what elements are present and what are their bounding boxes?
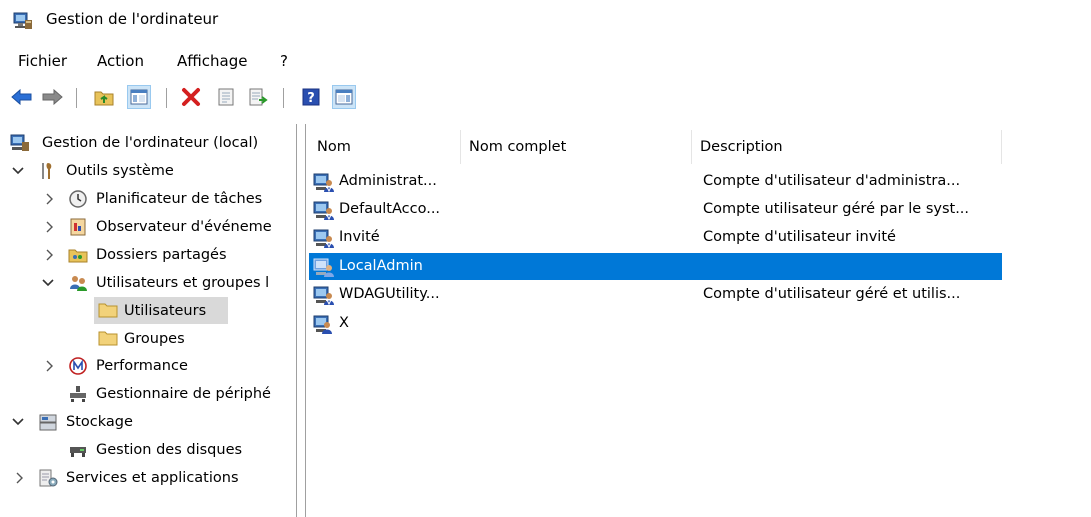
tree-label: Gestionnaire de périphé	[96, 386, 271, 402]
user-name: DefaultAcco...	[339, 201, 441, 217]
menu-affichage[interactable]: Affichage	[177, 48, 247, 74]
chevron-right-icon[interactable]	[14, 472, 26, 484]
user-icon	[313, 313, 335, 335]
list-item[interactable]: DefaultAcco... Compte utilisateur géré p…	[309, 196, 1002, 223]
folder-icon	[98, 329, 118, 349]
back-icon[interactable]	[10, 85, 34, 109]
tree-item-gestionnaire-peripheriques[interactable]: Gestionnaire de périphé	[0, 381, 296, 407]
chevron-down-icon[interactable]	[12, 416, 24, 428]
toolbar-separator	[166, 88, 167, 108]
user-icon	[313, 199, 335, 221]
window-title: Gestion de l'ordinateur	[46, 10, 219, 28]
title-bar: Gestion de l'ordinateur	[0, 0, 1091, 42]
performance-icon	[68, 356, 88, 376]
tree-item-observateur[interactable]: Observateur d'événeme	[0, 214, 296, 240]
folder-icon	[98, 301, 118, 321]
computer-management-icon	[10, 133, 30, 153]
export-list-icon[interactable]	[247, 85, 271, 109]
tree-label: Gestion des disques	[96, 442, 243, 458]
pane-splitter[interactable]	[296, 124, 306, 517]
tree-item-stockage[interactable]: Stockage	[0, 409, 296, 435]
toolbar-separator	[76, 88, 77, 108]
device-manager-icon	[68, 384, 88, 404]
list-item[interactable]: Invité Compte d'utilisateur invité	[309, 224, 1002, 251]
column-header-description[interactable]: Description	[692, 130, 1002, 164]
tree-root-label: Gestion de l'ordinateur (local)	[42, 135, 259, 151]
user-description: Compte utilisateur géré par le syst...	[703, 201, 970, 217]
tree-label: Performance	[96, 358, 188, 374]
user-name: Invité	[339, 229, 380, 245]
list-item[interactable]: Administrat... Compte d'utilisateur d'ad…	[309, 168, 1002, 195]
svg-text:?: ?	[307, 91, 315, 106]
toolbar: ?	[0, 82, 1091, 112]
chevron-down-icon[interactable]	[42, 277, 54, 289]
show-hide-tree-icon[interactable]	[127, 85, 151, 109]
menu-fichier[interactable]: Fichier	[18, 48, 67, 74]
column-header-nom-complet[interactable]: Nom complet	[461, 130, 692, 164]
shared-folder-icon	[68, 245, 88, 265]
chevron-down-icon[interactable]	[12, 165, 24, 177]
properties-icon[interactable]	[214, 85, 238, 109]
tree-label: Observateur d'événeme	[96, 219, 272, 235]
user-icon	[313, 171, 335, 193]
chevron-right-icon[interactable]	[44, 221, 56, 233]
computer-management-icon	[13, 11, 33, 31]
user-icon	[313, 227, 335, 249]
tree-label: Groupes	[124, 331, 185, 347]
storage-icon	[38, 412, 58, 432]
user-description: Compte d'utilisateur invité	[703, 229, 896, 245]
tree-label: Stockage	[66, 414, 133, 430]
navigation-tree: Gestion de l'ordinateur (local) Outils s…	[0, 124, 296, 517]
tree-item-outils-systeme[interactable]: Outils système	[0, 158, 296, 184]
tree-label: Utilisateurs et groupes l	[96, 275, 270, 291]
list-item-selected[interactable]: LocalAdmin	[309, 253, 1002, 280]
list-item[interactable]: WDAGUtility... Compte d'utilisateur géré…	[309, 281, 1002, 308]
tree-item-utilisateurs-groupes[interactable]: Utilisateurs et groupes l	[0, 270, 296, 296]
show-hide-action-pane-icon[interactable]	[332, 85, 356, 109]
tree-item-utilisateurs[interactable]: Utilisateurs	[94, 297, 228, 324]
up-folder-icon[interactable]	[92, 85, 116, 109]
tree-label: Services et applications	[66, 470, 239, 486]
forward-icon[interactable]	[40, 85, 64, 109]
menu-action[interactable]: Action	[97, 48, 144, 74]
user-name: LocalAdmin	[339, 258, 423, 274]
chevron-right-icon[interactable]	[44, 193, 56, 205]
tree-item-planificateur[interactable]: Planificateur de tâches	[0, 186, 296, 212]
tree-item-groupes[interactable]: Groupes	[94, 325, 294, 351]
tree-item-dossiers-partages[interactable]: Dossiers partagés	[0, 242, 296, 268]
list-item[interactable]: X	[309, 310, 1002, 337]
tools-icon	[38, 161, 58, 181]
services-icon	[38, 468, 58, 488]
user-description: Compte d'utilisateur géré et utilis...	[703, 286, 961, 302]
user-name: WDAGUtility...	[339, 286, 440, 302]
user-icon	[313, 256, 335, 278]
tree-label: Utilisateurs	[124, 303, 207, 319]
menu-help[interactable]: ?	[280, 48, 288, 74]
disk-management-icon	[68, 440, 88, 460]
tree-label: Dossiers partagés	[96, 247, 227, 263]
toolbar-separator	[283, 88, 284, 108]
user-icon	[313, 284, 335, 306]
event-viewer-icon	[68, 217, 88, 237]
tree-item-gestion-disques[interactable]: Gestion des disques	[0, 437, 296, 463]
column-header-nom[interactable]: Nom	[309, 130, 461, 164]
user-description: Compte d'utilisateur d'administra...	[703, 173, 961, 189]
chevron-right-icon[interactable]	[44, 249, 56, 261]
tree-item-services-applications[interactable]: Services et applications	[0, 465, 296, 491]
help-icon[interactable]: ?	[299, 85, 323, 109]
clock-icon	[68, 189, 88, 209]
tree-item-performance[interactable]: Performance	[0, 353, 296, 379]
tree-label: Outils système	[66, 163, 174, 179]
user-name: Administrat...	[339, 173, 437, 189]
user-name: X	[339, 315, 349, 331]
tree-root[interactable]: Gestion de l'ordinateur (local)	[0, 130, 296, 156]
delete-icon[interactable]	[179, 85, 203, 109]
chevron-right-icon[interactable]	[44, 360, 56, 372]
users-groups-icon	[68, 273, 88, 293]
users-list: Nom Nom complet Description Administrat.…	[306, 124, 1091, 517]
tree-label: Planificateur de tâches	[96, 191, 263, 207]
